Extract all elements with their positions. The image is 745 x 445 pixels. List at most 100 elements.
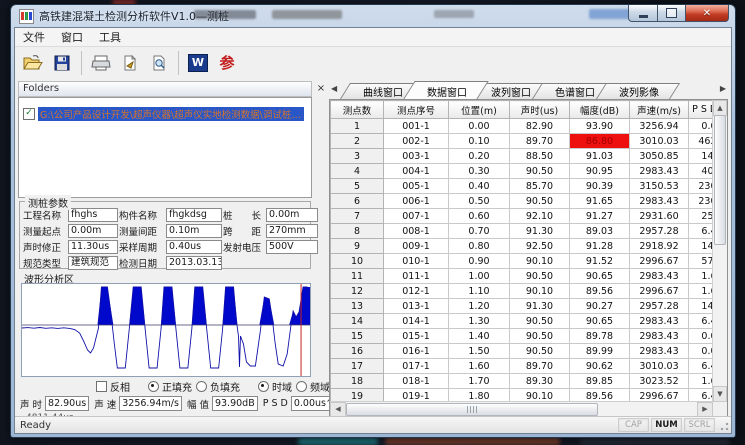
data-cell[interactable]: 92.10 bbox=[510, 209, 570, 224]
data-cell[interactable]: 3010.03 bbox=[630, 359, 689, 374]
row-header-cell[interactable]: 13 bbox=[331, 299, 384, 314]
row-header-cell[interactable]: 18 bbox=[331, 374, 384, 389]
radio-频域[interactable]: 频域 bbox=[296, 379, 330, 394]
param-value-field[interactable]: 0.40us bbox=[166, 240, 222, 254]
param-value-field[interactable]: 11.30us bbox=[68, 240, 118, 254]
data-cell[interactable]: 1.50 bbox=[449, 344, 510, 359]
data-cell[interactable]: 90.95 bbox=[570, 164, 630, 179]
data-cell[interactable]: 004-1 bbox=[384, 164, 449, 179]
data-cell[interactable]: 89.70 bbox=[510, 134, 570, 149]
data-cell[interactable]: 012-1 bbox=[384, 284, 449, 299]
param-value-field[interactable]: fhgkdsg bbox=[166, 208, 222, 222]
data-cell[interactable]: 1.60 bbox=[449, 359, 510, 374]
data-cell[interactable]: 2931.60 bbox=[630, 209, 689, 224]
data-cell[interactable]: 90.62 bbox=[570, 359, 630, 374]
data-cell[interactable]: 90.50 bbox=[510, 269, 570, 284]
table-row[interactable]: 11011-11.0090.5090.652983.431.60 bbox=[331, 269, 729, 284]
data-cell[interactable]: 0.30 bbox=[449, 164, 510, 179]
data-cell[interactable]: 90.10 bbox=[510, 254, 570, 269]
radio-icon[interactable] bbox=[258, 381, 269, 392]
data-cell[interactable]: 3023.52 bbox=[630, 374, 689, 389]
menu-item-窗口[interactable]: 窗口 bbox=[53, 28, 91, 46]
data-cell[interactable]: 2996.67 bbox=[630, 254, 689, 269]
data-cell[interactable]: 91.27 bbox=[570, 209, 630, 224]
data-cell[interactable]: 90.50 bbox=[510, 194, 570, 209]
data-cell[interactable]: 91.30 bbox=[510, 299, 570, 314]
table-row[interactable]: 4004-10.3090.5090.952983.4340.0 bbox=[331, 164, 729, 179]
radio-负填充[interactable]: 负填充 bbox=[196, 379, 240, 394]
readout-value-field[interactable]: 3256.94m/s bbox=[119, 396, 182, 411]
table-row[interactable]: 18018-11.7089.3089.853023.521.60 bbox=[331, 374, 729, 389]
table-row[interactable]: 2002-10.1089.7086.803010.03462.4 bbox=[331, 134, 729, 149]
data-cell[interactable]: 018-1 bbox=[384, 374, 449, 389]
data-cell[interactable]: 0.40 bbox=[449, 179, 510, 194]
data-cell[interactable]: 008-1 bbox=[384, 224, 449, 239]
tab-scroll-right-icon[interactable]: ▶ bbox=[720, 84, 726, 93]
data-cell[interactable]: 001-1 bbox=[384, 119, 449, 134]
row-header-cell[interactable]: 16 bbox=[331, 344, 384, 359]
data-cell[interactable]: 2957.28 bbox=[630, 299, 689, 314]
table-row[interactable]: 5005-10.4085.7090.393150.53230.4 bbox=[331, 179, 729, 194]
row-header-cell[interactable]: 2 bbox=[331, 134, 384, 149]
table-row[interactable]: 8008-10.7091.3089.032957.286.40 bbox=[331, 224, 729, 239]
data-cell[interactable]: 1.10 bbox=[449, 284, 510, 299]
column-header-测点数[interactable]: 测点数 bbox=[331, 101, 384, 119]
row-header-cell[interactable]: 14 bbox=[331, 314, 384, 329]
row-header-cell[interactable]: 15 bbox=[331, 329, 384, 344]
table-row[interactable]: 15015-11.4090.5089.782983.430.00 bbox=[331, 329, 729, 344]
data-cell[interactable]: 0.60 bbox=[449, 209, 510, 224]
data-cell[interactable]: 1.00 bbox=[449, 269, 510, 284]
pane-close-button[interactable]: × bbox=[315, 83, 327, 95]
data-cell[interactable]: 90.27 bbox=[570, 299, 630, 314]
column-header-测点序号[interactable]: 测点序号 bbox=[384, 101, 449, 119]
radio-时域[interactable]: 时域 bbox=[258, 379, 292, 394]
data-cell[interactable]: 0.10 bbox=[449, 134, 510, 149]
data-cell[interactable]: 1.40 bbox=[449, 329, 510, 344]
data-cell[interactable]: 011-1 bbox=[384, 269, 449, 284]
horizontal-scroll-thumb[interactable] bbox=[346, 403, 598, 416]
open-file-button[interactable] bbox=[20, 50, 46, 76]
data-cell[interactable]: 90.10 bbox=[510, 284, 570, 299]
column-header-幅度(dB)[interactable]: 幅度(dB) bbox=[570, 101, 630, 119]
scroll-left-icon[interactable]: ◀ bbox=[330, 402, 346, 417]
radio-icon[interactable] bbox=[148, 381, 159, 392]
close-button[interactable]: ✕ bbox=[685, 5, 729, 22]
data-cell[interactable]: 0.50 bbox=[449, 194, 510, 209]
data-cell[interactable]: 2918.92 bbox=[630, 239, 689, 254]
param-value-field[interactable]: 0.10m bbox=[166, 224, 222, 238]
table-row[interactable]: 7007-10.6092.1091.272931.6025.6 bbox=[331, 209, 729, 224]
data-cell[interactable]: 91.30 bbox=[510, 224, 570, 239]
data-cell[interactable]: 91.03 bbox=[570, 149, 630, 164]
vertical-scrollbar[interactable]: ▲ ▼ bbox=[712, 100, 727, 402]
data-cell[interactable]: 016-1 bbox=[384, 344, 449, 359]
resize-grip[interactable] bbox=[717, 419, 730, 432]
data-cell[interactable]: 89.56 bbox=[570, 284, 630, 299]
data-cell[interactable]: 90.50 bbox=[510, 329, 570, 344]
data-cell[interactable]: 3256.94 bbox=[630, 119, 689, 134]
scroll-up-icon[interactable]: ▲ bbox=[713, 100, 727, 116]
data-cell[interactable]: 3150.53 bbox=[630, 179, 689, 194]
readout-value-field[interactable]: 93.90dB bbox=[212, 396, 258, 411]
data-cell[interactable]: 0.00 bbox=[449, 119, 510, 134]
print-button[interactable] bbox=[88, 50, 114, 76]
data-cell[interactable]: 91.65 bbox=[570, 194, 630, 209]
scroll-right-icon[interactable]: ▶ bbox=[697, 402, 713, 417]
data-cell[interactable]: 89.78 bbox=[570, 329, 630, 344]
data-cell[interactable]: 91.52 bbox=[570, 254, 630, 269]
data-cell[interactable]: 009-1 bbox=[384, 239, 449, 254]
data-cell[interactable]: 010-1 bbox=[384, 254, 449, 269]
data-cell[interactable]: 003-1 bbox=[384, 149, 449, 164]
row-header-cell[interactable]: 11 bbox=[331, 269, 384, 284]
param-value-field[interactable]: fhghs bbox=[68, 208, 118, 222]
data-cell[interactable]: 1.70 bbox=[449, 374, 510, 389]
data-cell[interactable]: 89.85 bbox=[570, 374, 630, 389]
data-cell[interactable]: 89.30 bbox=[510, 374, 570, 389]
file-list[interactable]: ✓ G:\公司产品设计开发\超声仪器\超声仪实地检测数据\调试桩qd\qd03\… bbox=[18, 97, 312, 198]
data-cell[interactable]: 90.65 bbox=[570, 314, 630, 329]
print-preview-button[interactable] bbox=[146, 50, 172, 76]
row-header-cell[interactable]: 12 bbox=[331, 284, 384, 299]
radio-icon[interactable] bbox=[196, 381, 207, 392]
row-header-cell[interactable]: 10 bbox=[331, 254, 384, 269]
data-cell[interactable]: 005-1 bbox=[384, 179, 449, 194]
save-button[interactable] bbox=[49, 50, 75, 76]
